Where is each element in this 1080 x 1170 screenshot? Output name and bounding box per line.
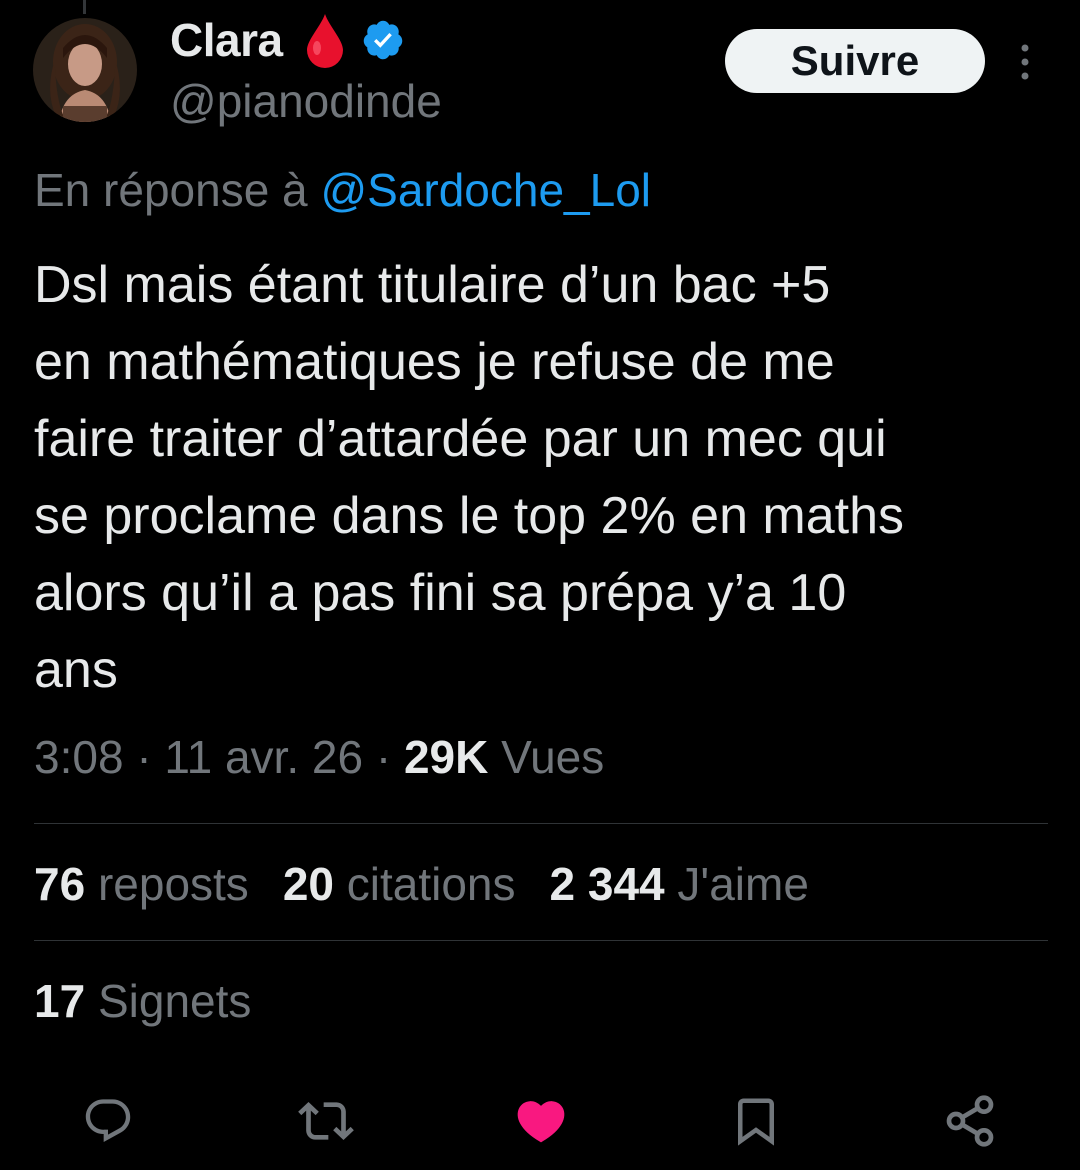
- blood-drop-icon: [305, 10, 345, 70]
- meta-separator: ·: [375, 731, 404, 783]
- reposts-stat[interactable]: 76 reposts: [34, 857, 249, 911]
- quotes-label: citations: [346, 858, 516, 910]
- reply-handle-link[interactable]: @Sardoche_Lol: [320, 164, 651, 216]
- bookmarks-count: 17: [34, 975, 86, 1027]
- avatar[interactable]: [33, 18, 137, 122]
- follow-button[interactable]: Suivre: [725, 29, 985, 93]
- views-count: 29K: [403, 731, 489, 783]
- divider: [34, 940, 1048, 941]
- reply-context: En réponse à @Sardoche_Lol: [34, 163, 651, 217]
- divider: [34, 823, 1048, 824]
- reply-icon[interactable]: [79, 1092, 137, 1150]
- tweet-time[interactable]: 3:08: [34, 731, 124, 783]
- tweet-text-line: alors qu’il a pas fini sa prépa y’a 10: [34, 564, 847, 622]
- verified-badge-icon: [361, 18, 405, 62]
- author-header: Clara @pianodinde: [170, 10, 442, 128]
- repost-icon[interactable]: [297, 1092, 355, 1150]
- thread-line: [83, 0, 86, 14]
- heart-icon[interactable]: [512, 1092, 570, 1150]
- tweet-date[interactable]: 11 avr. 26: [164, 731, 363, 783]
- tweet-text: Dsl mais étant titulaire d’un bac +5 en …: [34, 247, 1054, 709]
- share-icon[interactable]: [941, 1092, 999, 1150]
- likes-stat[interactable]: 2 344 J'aime: [550, 857, 809, 911]
- tweet-text-line: Dsl mais étant titulaire d’un bac +5: [34, 256, 831, 314]
- tweet-text-line: faire traiter d’attardée par un mec qui: [34, 410, 887, 468]
- meta-separator: ·: [136, 731, 165, 783]
- tweet-meta: 3:08 · 11 avr. 26 · 29K Vues: [34, 730, 604, 784]
- author-display-name[interactable]: Clara: [170, 13, 283, 67]
- engagement-stats: 76 reposts 20 citations 2 344 J'aime: [34, 857, 809, 911]
- bookmarks-stat[interactable]: 17 Signets: [34, 974, 251, 1028]
- reposts-count: 76: [34, 858, 86, 910]
- views-label: Vues: [501, 731, 605, 783]
- quotes-stat[interactable]: 20 citations: [283, 857, 516, 911]
- tweet-text-line: en mathématiques je refuse de me: [34, 333, 835, 391]
- author-handle[interactable]: @pianodinde: [170, 74, 442, 128]
- tweet-text-line: ans: [34, 641, 118, 699]
- more-vertical-icon[interactable]: [1010, 40, 1040, 84]
- quotes-count: 20: [282, 858, 334, 910]
- reposts-label: reposts: [97, 858, 249, 910]
- bookmark-icon[interactable]: [727, 1092, 785, 1150]
- name-row: Clara: [170, 10, 442, 70]
- reply-context-prefix: En réponse à: [34, 164, 308, 216]
- likes-count: 2 344: [549, 858, 665, 910]
- tweet-text-line: se proclame dans le top 2% en maths: [34, 487, 905, 545]
- bookmarks-label: Signets: [97, 975, 252, 1027]
- likes-label: J'aime: [677, 858, 809, 910]
